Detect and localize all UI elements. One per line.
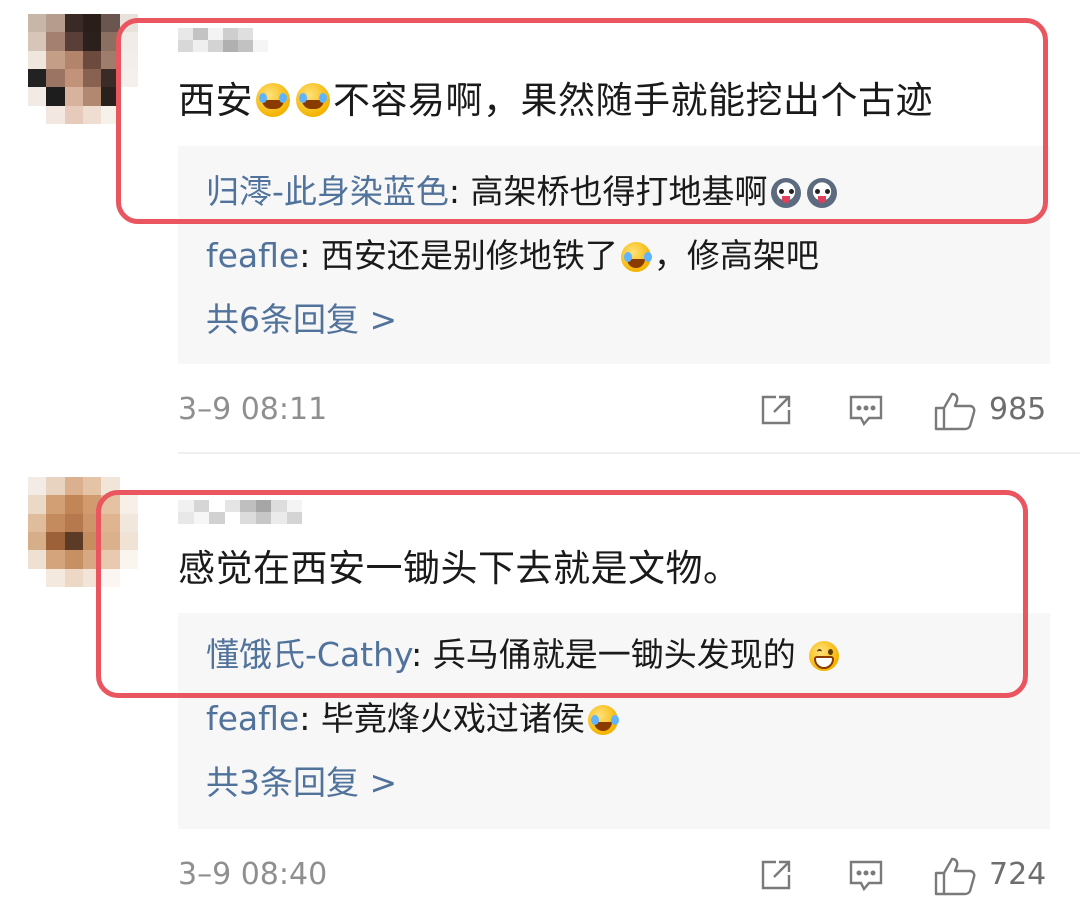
username-pixelated[interactable] <box>178 500 318 524</box>
replies-panel: 归澪-此身染蓝色: 高架桥也得打地基啊 feafle: 西安还是别修地铁了 ，修高… <box>178 146 1050 364</box>
comment-item: 感觉在西安一锄头下去就是文物。 懂饿氏-Cathy: 兵马俑就是一锄头发现的 f… <box>0 455 1080 901</box>
reply-button[interactable] <box>846 390 886 430</box>
comment-text: 西安 不容易啊，果然随手就能挖出个古迹 <box>178 79 933 122</box>
timestamp: 3–9 08:11 <box>178 392 328 427</box>
comment-footer: 3–9 08:40 724 <box>178 853 1048 897</box>
husky-emoji <box>806 178 837 208</box>
laugh-cry-emoji <box>256 83 290 117</box>
reply-text: 高架桥也得打地基啊 <box>470 172 768 211</box>
reply-text: 兵马俑就是一锄头发现的 <box>432 635 807 674</box>
thumbs-up-icon <box>934 857 976 896</box>
laugh-cry-emoji <box>620 242 651 272</box>
comment-text: 感觉在西安一锄头下去就是文物。 <box>178 547 741 590</box>
husky-emoji <box>770 178 801 208</box>
divider <box>178 452 1080 454</box>
avatar[interactable] <box>28 14 138 124</box>
reply-item[interactable]: 归澪-此身染蓝色: 高架桥也得打地基啊 <box>206 170 840 214</box>
share-icon <box>761 395 791 425</box>
like-button[interactable]: 724 <box>933 855 1053 896</box>
laugh-emoji <box>587 705 618 735</box>
reply-item[interactable]: 懂饿氏-Cathy: 兵马俑就是一锄头发现的 <box>206 633 842 677</box>
like-count: 724 <box>989 857 1047 892</box>
like-button[interactable]: 985 <box>933 390 1053 431</box>
timestamp: 3–9 08:40 <box>178 857 328 892</box>
reply-author[interactable]: 归澪-此身染蓝色 <box>206 172 449 211</box>
replies-panel: 懂饿氏-Cathy: 兵马俑就是一锄头发现的 feafle: 毕竟烽火戏过诸侯 … <box>178 613 1050 829</box>
share-button[interactable] <box>756 855 796 895</box>
avatar[interactable] <box>28 477 138 587</box>
comment-icon <box>849 860 883 892</box>
thumbs-up-icon <box>934 392 976 431</box>
reply-text: 毕竟烽火戏过诸侯 <box>320 699 585 738</box>
reply-author[interactable]: feafle <box>206 236 299 275</box>
reply-item[interactable]: feafle: 毕竟烽火戏过诸侯 <box>206 697 621 741</box>
share-button[interactable] <box>756 390 796 430</box>
reply-button[interactable] <box>846 855 886 895</box>
comment-icon <box>849 395 883 427</box>
more-replies-link[interactable]: 共6条回复 > <box>206 298 397 342</box>
username-pixelated[interactable] <box>178 28 268 52</box>
grin-emoji <box>809 641 840 671</box>
reply-author[interactable]: 懂饿氏-Cathy <box>206 635 411 674</box>
laugh-cry-emoji <box>296 83 330 117</box>
like-count: 985 <box>989 392 1047 427</box>
reply-text: 西安还是别修地铁了 <box>320 236 618 275</box>
more-replies-link[interactable]: 共3条回复 > <box>206 761 397 805</box>
comment-footer: 3–9 08:11 985 <box>178 388 1048 432</box>
share-icon <box>761 860 791 890</box>
comment-item: 西安 不容易啊，果然随手就能挖出个古迹 归澪-此身染蓝色: 高架桥也得打地基啊 f… <box>0 0 1080 455</box>
reply-item[interactable]: feafle: 西安还是别修地铁了 ，修高架吧 <box>206 234 819 278</box>
reply-author[interactable]: feafle <box>206 699 299 738</box>
